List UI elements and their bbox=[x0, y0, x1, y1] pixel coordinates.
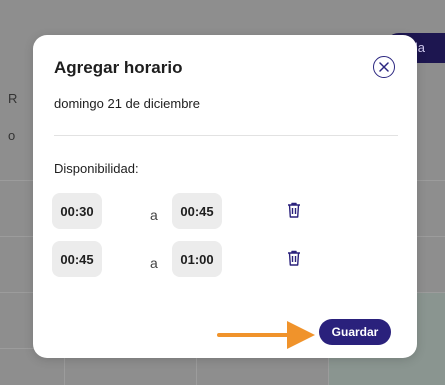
dialog-title: Agregar horario bbox=[54, 58, 183, 77]
start-time-field[interactable]: 00:30 bbox=[52, 193, 102, 229]
availability-label: Disponibilidad: bbox=[54, 161, 139, 176]
time-slot-row: 00:45 a 01:00 bbox=[52, 241, 352, 277]
trash-icon[interactable] bbox=[287, 250, 301, 266]
end-time-field[interactable]: 01:00 bbox=[172, 241, 222, 277]
add-schedule-dialog: Agregar horario domingo 21 de diciembre … bbox=[33, 35, 417, 358]
trash-icon[interactable] bbox=[287, 202, 301, 218]
close-circle-icon bbox=[379, 62, 389, 72]
start-time-field[interactable]: 00:45 bbox=[52, 241, 102, 277]
range-separator: a bbox=[150, 207, 158, 223]
bg-label: R bbox=[8, 91, 18, 106]
arrow-right-icon bbox=[217, 321, 315, 349]
selected-date: domingo 21 de diciembre bbox=[54, 96, 200, 111]
close-button[interactable] bbox=[373, 56, 395, 78]
range-separator: a bbox=[150, 255, 158, 271]
bg-label: o bbox=[8, 128, 16, 143]
save-button[interactable]: Guardar bbox=[319, 319, 391, 345]
end-time-field[interactable]: 00:45 bbox=[172, 193, 222, 229]
divider bbox=[54, 135, 398, 136]
time-slot-row: 00:30 a 00:45 bbox=[52, 193, 352, 229]
